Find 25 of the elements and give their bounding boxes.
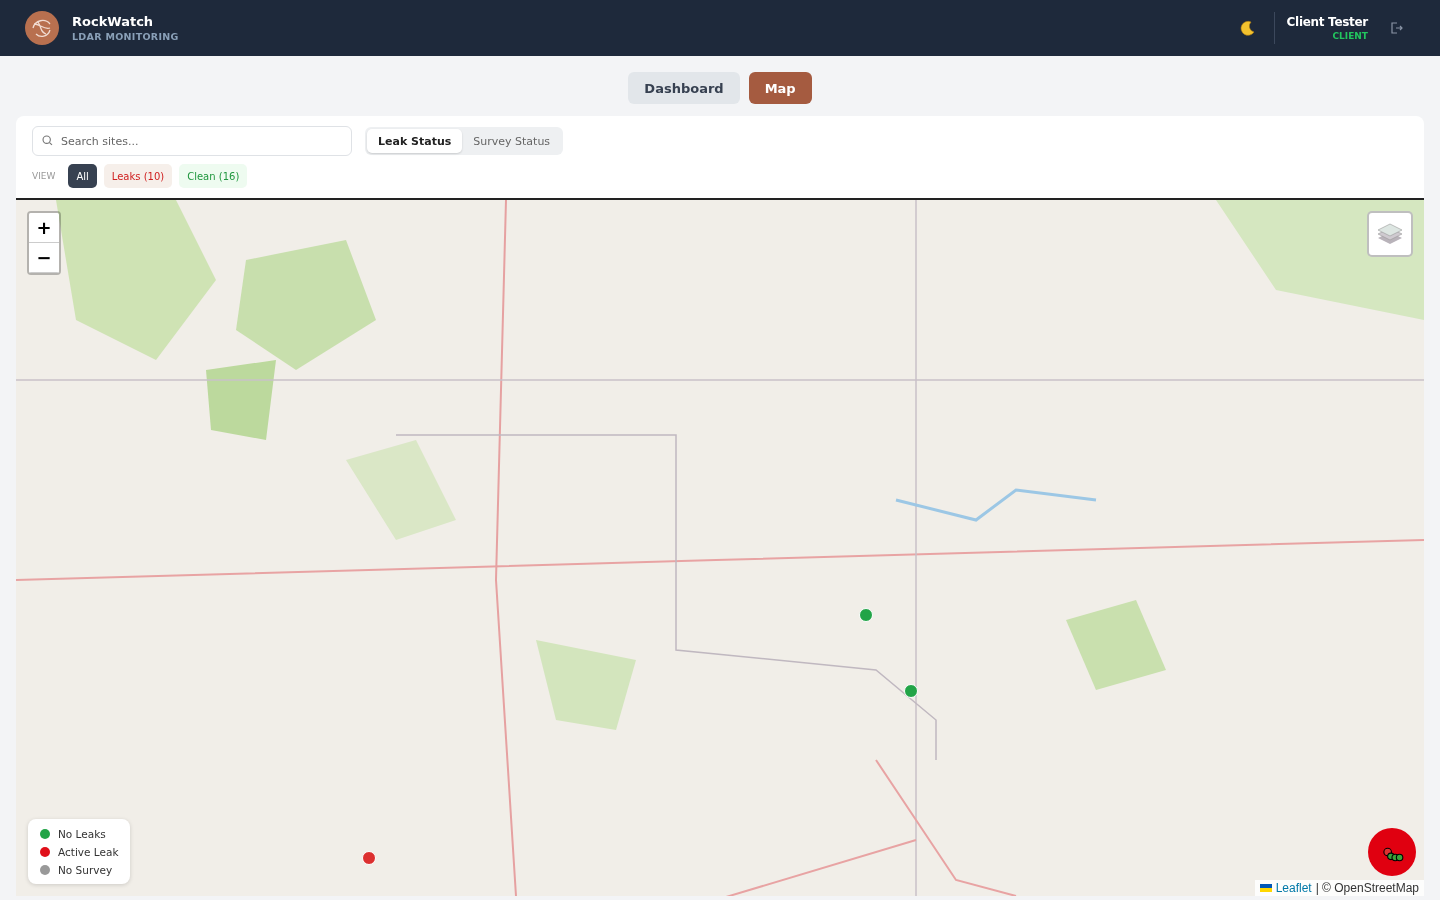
- nav-tab[interactable]: Dashboard: [628, 72, 740, 104]
- leaflet-link[interactable]: Leaflet: [1275, 881, 1312, 895]
- filter-chip[interactable]: Leaks (10): [103, 164, 173, 188]
- user-role: CLIENT: [1332, 31, 1368, 41]
- view-label: VIEW: [32, 171, 56, 181]
- app-subtitle: LDAR MONITORING: [72, 31, 179, 42]
- user-name: Client Tester: [1286, 15, 1368, 29]
- mode-tab[interactable]: Survey Status: [462, 129, 562, 153]
- search-field[interactable]: Search sites...: [32, 126, 352, 156]
- filter-chip[interactable]: Clean (16): [179, 164, 248, 188]
- filter-chip[interactable]: All: [68, 164, 97, 188]
- legend-label: No Survey: [58, 864, 113, 876]
- logo-icon: [24, 10, 60, 46]
- attribution-text: | © OpenStreetMap: [1315, 881, 1419, 895]
- app-name: RockWatch: [72, 14, 155, 29]
- flag-icon: [1259, 884, 1272, 892]
- layers-button[interactable]: [1367, 211, 1413, 257]
- legend-label: No Leaks: [58, 828, 106, 840]
- moon-icon[interactable]: [1239, 20, 1256, 36]
- logout-icon[interactable]: [1388, 20, 1404, 36]
- nav-tab[interactable]: Map: [748, 72, 812, 104]
- zoom-out-button[interactable]: −: [29, 243, 59, 273]
- mode-tab[interactable]: Leak Status: [367, 129, 463, 153]
- legend-label: Active Leak: [58, 846, 119, 858]
- zoom-in-button[interactable]: +: [29, 213, 59, 243]
